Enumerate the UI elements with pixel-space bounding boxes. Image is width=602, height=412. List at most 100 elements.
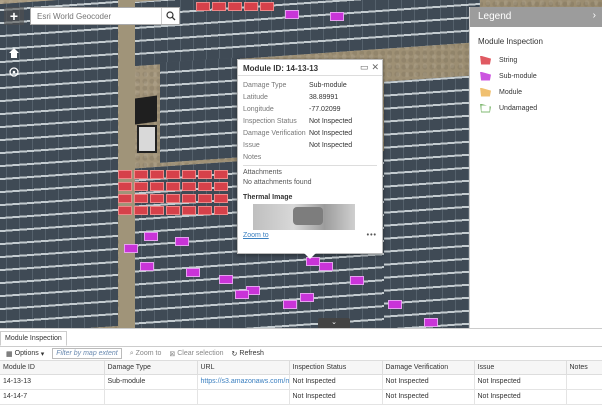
string-damage-marker[interactable] (198, 182, 212, 191)
search-button[interactable] (161, 8, 179, 24)
string-damage-marker[interactable] (118, 206, 132, 215)
string-damage-marker[interactable] (214, 170, 228, 179)
string-damage-marker[interactable] (118, 194, 132, 203)
string-damage-marker[interactable] (198, 170, 212, 179)
feature-popup: Module ID: 14-13-13 ▭ ✕ Damage Type Sub-m… (237, 59, 383, 259)
building (133, 95, 163, 159)
column-header[interactable]: Module ID (0, 361, 105, 375)
legend-item: Sub-module (470, 68, 602, 84)
submodule-damage-marker[interactable] (140, 262, 154, 271)
zoom-in-button[interactable]: + (4, 7, 24, 25)
string-damage-marker[interactable] (150, 182, 164, 191)
zoom-to-link[interactable]: Zoom to (243, 232, 269, 239)
refresh-button[interactable]: ↻ Refresh (232, 350, 264, 358)
string-damage-marker[interactable] (182, 194, 196, 203)
string-damage-marker[interactable] (134, 194, 148, 203)
legend-header[interactable]: Legend › (470, 7, 602, 27)
string-damage-marker[interactable] (166, 170, 180, 179)
submodule-damage-marker[interactable] (283, 300, 297, 309)
table-cell[interactable]: https://s3.amazonaws.com/me (197, 374, 290, 390)
column-header[interactable]: Issue (474, 361, 567, 375)
column-header[interactable]: Inspection Status (289, 361, 383, 375)
submodule-damage-marker[interactable] (424, 318, 438, 327)
attribute-table: Module ID Damage Type URL Inspection Status… (0, 361, 602, 405)
submodule-damage-marker[interactable] (388, 300, 402, 309)
submodule-damage-marker[interactable] (319, 262, 333, 271)
string-damage-marker[interactable] (134, 170, 148, 179)
string-damage-marker[interactable] (134, 206, 148, 215)
zoom-to-button[interactable]: ⌕ Zoom to (130, 350, 162, 358)
string-damage-marker[interactable] (150, 206, 164, 215)
chevron-right-icon[interactable]: › (593, 10, 596, 21)
table-row[interactable]: 14-13-13 Sub-module https://s3.amazonaws.c… (0, 374, 602, 390)
string-damage-marker[interactable] (260, 2, 274, 11)
table-cell: Not Inspected (474, 374, 567, 390)
string-damage-marker[interactable] (118, 182, 132, 191)
string-damage-marker[interactable] (182, 182, 196, 191)
more-options-icon[interactable]: ••• (367, 232, 377, 239)
home-icon (9, 48, 19, 58)
column-header[interactable]: Damage Verification (382, 361, 475, 375)
string-damage-marker[interactable] (214, 182, 228, 191)
string-damage-marker[interactable] (198, 206, 212, 215)
submodule-damage-marker[interactable] (186, 268, 200, 277)
submodule-damage-marker[interactable] (300, 293, 314, 302)
options-button[interactable]: ▦ Options ▾ (6, 350, 44, 358)
table-cell (566, 389, 602, 405)
table-cell: Sub-module (104, 374, 198, 390)
string-damage-marker[interactable] (182, 206, 196, 215)
submodule-damage-marker[interactable] (124, 244, 138, 253)
string-damage-marker[interactable] (244, 2, 258, 11)
table-cell: Not Inspected (289, 374, 383, 390)
string-damage-marker[interactable] (212, 2, 226, 11)
legend-swatch (480, 87, 491, 97)
submodule-damage-marker[interactable] (285, 10, 299, 19)
string-damage-marker[interactable] (214, 194, 228, 203)
table-cell: Not Inspected (289, 389, 383, 405)
string-damage-marker[interactable] (214, 206, 228, 215)
zoom-icon: ⌕ (129, 349, 134, 357)
string-damage-marker[interactable] (166, 182, 180, 191)
string-damage-marker[interactable] (182, 170, 196, 179)
column-header[interactable]: Notes (566, 361, 602, 375)
string-damage-marker[interactable] (118, 170, 132, 179)
popup-field-value: Not Inspected (309, 129, 353, 137)
string-damage-marker[interactable] (196, 2, 210, 11)
table-row[interactable]: 14-14-7 Not Inspected Not Inspected Not Ins… (0, 389, 602, 405)
submodule-damage-marker[interactable] (330, 12, 344, 21)
thermal-image[interactable] (253, 204, 355, 230)
locate-button[interactable] (4, 63, 24, 81)
submodule-damage-marker[interactable] (144, 232, 158, 241)
string-damage-marker[interactable] (150, 170, 164, 179)
legend-layer-title: Module Inspection (478, 37, 543, 46)
legend-label: Undamaged (499, 104, 538, 112)
table-cell[interactable] (197, 389, 290, 405)
submodule-damage-marker[interactable] (235, 290, 249, 299)
submodule-damage-marker[interactable] (350, 276, 364, 285)
string-damage-marker[interactable] (228, 2, 242, 11)
clear-selection-button[interactable]: ⊠ Clear selection (169, 350, 223, 358)
column-header[interactable]: Damage Type (104, 361, 198, 375)
string-damage-marker[interactable] (134, 182, 148, 191)
submodule-damage-marker[interactable] (175, 237, 189, 246)
legend-swatch (480, 71, 491, 81)
search-input[interactable] (31, 8, 161, 24)
string-damage-marker[interactable] (166, 206, 180, 215)
collapse-table-button[interactable]: ⌄ (318, 318, 350, 328)
map-view[interactable]: + Module ID: 14-13-13 ▭ ✕ Damage Type Sub… (0, 0, 602, 328)
geocoder-search (30, 7, 180, 25)
solar-field (160, 57, 240, 163)
table-cell: 14-13-13 (0, 374, 105, 390)
chevron-down-icon: ⌄ (331, 319, 337, 326)
maximize-icon[interactable]: ▭ (360, 62, 369, 73)
filter-by-extent-button[interactable]: Filter by map extent (52, 348, 122, 359)
popup-field-key: Issue (243, 141, 260, 149)
column-header[interactable]: URL (197, 361, 290, 375)
string-damage-marker[interactable] (198, 194, 212, 203)
string-damage-marker[interactable] (166, 194, 180, 203)
string-damage-marker[interactable] (150, 194, 164, 203)
home-button[interactable] (4, 44, 24, 62)
close-icon[interactable]: ✕ (371, 62, 379, 73)
submodule-damage-marker[interactable] (219, 275, 233, 284)
tab-module-inspection[interactable]: Module Inspection (0, 331, 67, 346)
